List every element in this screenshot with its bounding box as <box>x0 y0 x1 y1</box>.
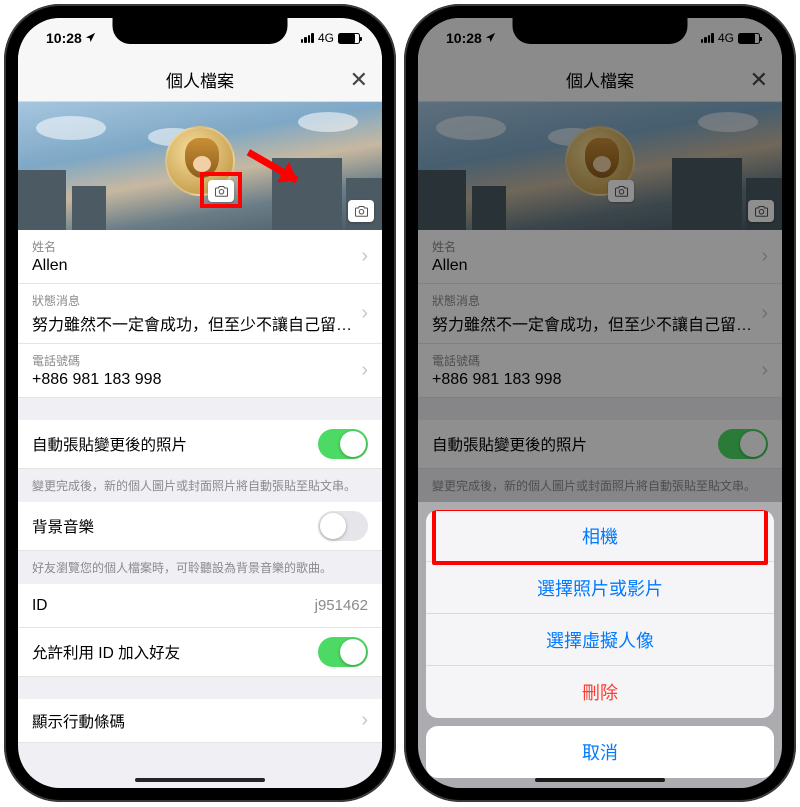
chevron-right-icon: › <box>361 302 368 325</box>
allow-add-label: 允許利用 ID 加入好友 <box>32 641 180 663</box>
cover-camera-button[interactable] <box>348 200 374 222</box>
signal-icon <box>301 33 314 43</box>
battery-icon <box>338 33 360 44</box>
name-value: Allen <box>32 257 353 275</box>
bgm-hint: 好友瀏覽您的個人檔案時，可聆聽設為背景音樂的歌曲。 <box>18 551 382 584</box>
action-sheet: 相機 選擇照片或影片 選擇虛擬人像 刪除 取消 <box>426 510 774 778</box>
sheet-camera-button[interactable]: 相機 <box>426 510 774 562</box>
cover-image[interactable] <box>18 102 382 230</box>
id-value: j951462 <box>315 597 368 614</box>
id-row[interactable]: ID j951462 <box>18 584 382 628</box>
name-row[interactable]: 姓名 Allen › <box>18 230 382 284</box>
auto-post-label: 自動張貼變更後的照片 <box>32 433 187 455</box>
auto-post-hint: 變更完成後，新的個人圖片或封面照片將自動張貼至貼文串。 <box>18 469 382 502</box>
name-label: 姓名 <box>32 238 353 255</box>
home-indicator <box>535 778 665 782</box>
notch <box>113 18 288 44</box>
status-time: 10:28 <box>46 30 82 46</box>
network-label: 4G <box>318 31 334 45</box>
notch <box>513 18 688 44</box>
barcode-label: 顯示行動條碼 <box>32 710 125 732</box>
avatar-camera-button[interactable] <box>208 180 234 202</box>
phone-left: 10:28 4G 個人檔案 ✕ <box>4 4 396 802</box>
phone-value: +886 981 183 998 <box>32 371 353 389</box>
chevron-right-icon: › <box>361 359 368 382</box>
bgm-toggle[interactable] <box>318 511 368 541</box>
sheet-virtual-avatar-button[interactable]: 選擇虛擬人像 <box>426 614 774 666</box>
status-label: 狀態消息 <box>32 292 353 309</box>
sheet-delete-button[interactable]: 刪除 <box>426 666 774 718</box>
camera-icon <box>214 185 229 197</box>
auto-post-toggle[interactable] <box>318 429 368 459</box>
auto-post-row: 自動張貼變更後的照片 <box>18 420 382 469</box>
status-value: 努力雖然不一定會成功，但至少不讓自己留… <box>32 311 353 335</box>
location-icon <box>85 30 96 46</box>
status-message-row[interactable]: 狀態消息 努力雖然不一定會成功，但至少不讓自己留… › <box>18 284 382 344</box>
chevron-right-icon: › <box>361 709 368 732</box>
nav-bar: 個人檔案 ✕ <box>18 58 382 102</box>
allow-add-by-id-row: 允許利用 ID 加入好友 <box>18 628 382 677</box>
bgm-row: 背景音樂 <box>18 502 382 551</box>
phone-row[interactable]: 電話號碼 +886 981 183 998 › <box>18 344 382 398</box>
allow-add-toggle[interactable] <box>318 637 368 667</box>
camera-icon <box>354 205 369 217</box>
close-button[interactable]: ✕ <box>350 67 368 93</box>
sheet-choose-button[interactable]: 選擇照片或影片 <box>426 562 774 614</box>
phone-right: 10:28 4G 個人檔案 ✕ <box>404 4 796 802</box>
barcode-row[interactable]: 顯示行動條碼 › <box>18 699 382 743</box>
nav-title: 個人檔案 <box>166 67 234 92</box>
bgm-label: 背景音樂 <box>32 515 94 537</box>
sheet-cancel-button[interactable]: 取消 <box>426 726 774 778</box>
phone-label: 電話號碼 <box>32 352 353 369</box>
chevron-right-icon: › <box>361 245 368 268</box>
id-label: ID <box>32 597 48 615</box>
home-indicator <box>135 778 265 782</box>
